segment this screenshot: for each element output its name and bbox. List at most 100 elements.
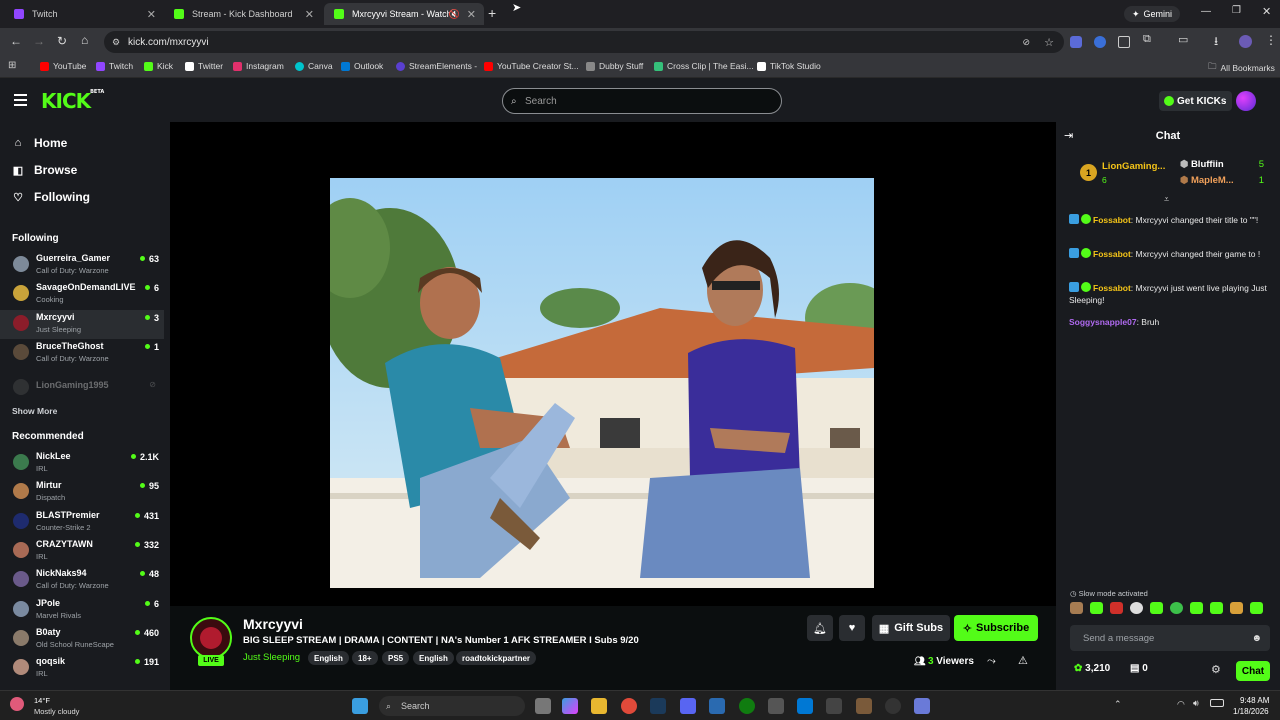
search-input[interactable]: ⌕ Search xyxy=(502,88,782,114)
home-icon[interactable]: ⌂ xyxy=(81,33,88,47)
download-icon[interactable]: ⭳ xyxy=(1214,32,1218,53)
emoji-icon[interactable]: ☻ xyxy=(1251,633,1262,644)
video-frame[interactable] xyxy=(330,178,874,588)
browser-tab-twitch[interactable]: Twitch ✕ xyxy=(4,3,164,25)
puzzle-icon[interactable]: ⧉ xyxy=(1143,33,1151,46)
mute-tab-icon[interactable]: 🔇 xyxy=(449,9,460,20)
bookmark-twitch[interactable]: Twitch xyxy=(96,61,133,71)
emote-icon[interactable] xyxy=(1170,602,1183,614)
app-icon[interactable] xyxy=(826,698,842,714)
chat-settings-gear-icon[interactable]: ⚙ xyxy=(1211,663,1221,676)
emote-icon[interactable] xyxy=(1090,602,1103,614)
app-icon[interactable] xyxy=(709,698,725,714)
emote-icon[interactable] xyxy=(1230,602,1243,614)
notifications-button[interactable]: 🔔︎ xyxy=(807,615,833,641)
bookmark-outlook[interactable]: Outlook xyxy=(341,61,383,71)
streamer-avatar[interactable] xyxy=(190,617,232,659)
taskbar-search[interactable]: ⌕ Search xyxy=(379,696,525,716)
close-tab-icon[interactable]: ✕ xyxy=(147,8,156,21)
sidebar-channel-crazytawn[interactable]: CRAZYTAWN IRL 332 xyxy=(0,537,164,566)
clock-time[interactable]: 9:48 AM xyxy=(1240,696,1269,705)
task-view-icon[interactable] xyxy=(535,698,551,714)
close-tab-icon[interactable]: ✕ xyxy=(305,8,314,21)
sidebar-channel-nicknaks94[interactable]: NickNaks94 Call of Duty: Warzone 48 xyxy=(0,566,164,595)
sidebar-channel-blastpremier[interactable]: BLASTPremier Counter-Strike 2 431 xyxy=(0,508,164,537)
gemini-button[interactable]: ✦ Gemini xyxy=(1124,6,1181,22)
video-player[interactable] xyxy=(170,122,1056,606)
close-window-button[interactable]: ✕ xyxy=(1262,5,1271,18)
obs-icon[interactable] xyxy=(885,698,901,714)
chat-username[interactable]: Soggysnapple07 xyxy=(1069,317,1137,327)
site-settings-icon[interactable]: ⚙ xyxy=(112,37,120,48)
extension-icon[interactable] xyxy=(1118,36,1130,48)
chat-input[interactable]: Send a message ☻ xyxy=(1070,625,1270,651)
windows-start-icon[interactable] xyxy=(352,698,368,714)
offline-channel[interactable]: LionGaming1995 ⊘ xyxy=(0,374,164,403)
file-explorer-icon[interactable] xyxy=(591,698,607,714)
sidebar-channel-mirtur[interactable]: Mirtur Dispatch 95 xyxy=(0,478,164,507)
gift-subs-button[interactable]: ▦ Gift Subs xyxy=(872,615,950,641)
bookmark-canva[interactable]: Canva xyxy=(295,61,333,71)
bookmark-streamelements[interactable]: StreamElements - xyxy=(396,61,477,71)
report-icon[interactable]: ⚠ xyxy=(1018,654,1028,667)
new-tab-button[interactable]: + xyxy=(488,5,496,21)
sidebar-channel-savageondemandlive[interactable]: SavageOnDemandLIVE Cooking 6 xyxy=(0,280,164,309)
address-bar[interactable]: ⚙ kick.com/mxrcyyvi ⊘ ☆ xyxy=(104,31,1064,53)
sidebar-channel-qoqsik[interactable]: qoqsik IRL 191 xyxy=(0,654,164,683)
sidebar-channel-b0aty[interactable]: B0aty Old School RuneScape 460 xyxy=(0,625,164,654)
camera-blocked-icon[interactable]: ⊘ xyxy=(1022,37,1030,48)
share-icon[interactable]: ⤳ xyxy=(987,655,996,668)
emote-icon[interactable] xyxy=(1190,602,1203,614)
browser-tab-kick-dashboard[interactable]: Stream - Kick Dashboard ✕ xyxy=(164,3,322,25)
bookmark-youtube[interactable]: YouTube xyxy=(40,61,86,71)
chrome-icon[interactable] xyxy=(621,698,637,714)
sidepanel-icon[interactable]: ▭ xyxy=(1178,33,1188,46)
show-more-link[interactable]: Show More xyxy=(12,406,57,416)
nav-browse[interactable]: ◧ Browse xyxy=(12,163,78,177)
all-bookmarks[interactable]: 🗀 All Bookmarks xyxy=(1208,61,1275,75)
copilot-icon[interactable] xyxy=(562,698,578,714)
streamer-name[interactable]: Mxrcyyvi xyxy=(243,616,303,632)
follow-button[interactable]: ♥ xyxy=(839,615,865,641)
apps-grid-icon[interactable]: ⊞ xyxy=(8,60,16,71)
send-chat-button[interactable]: Chat xyxy=(1236,661,1270,681)
extension-icon[interactable] xyxy=(1094,36,1106,48)
volume-icon[interactable]: 🔊︎ xyxy=(1193,698,1199,709)
wifi-icon[interactable]: ◠ xyxy=(1177,699,1185,710)
outlook-icon[interactable] xyxy=(797,698,813,714)
subscribe-button[interactable]: ✧ Subscribe xyxy=(954,615,1038,641)
browser-tab-mxrcyyvi[interactable]: Mxrcyyvi Stream - Watch Li 🔇 ✕ xyxy=(324,3,484,25)
emote-icon[interactable] xyxy=(1110,602,1123,614)
bookmark-twitter[interactable]: Twitter xyxy=(185,61,223,71)
kick-logo[interactable]: KICKBETA xyxy=(41,89,104,113)
stream-category[interactable]: Just Sleeping xyxy=(243,652,300,663)
bookmark-crossclip[interactable]: Cross Clip | The Easi... xyxy=(654,61,754,71)
xbox-icon[interactable] xyxy=(739,698,755,714)
tag-18plus[interactable]: 18+ xyxy=(352,651,378,665)
forward-icon[interactable]: → xyxy=(33,34,45,48)
chat-username[interactable]: Fossabot xyxy=(1093,249,1131,259)
bookmark-star-icon[interactable]: ☆ xyxy=(1044,36,1054,49)
emote-icon[interactable] xyxy=(1130,602,1143,614)
chat-username[interactable]: Fossabot xyxy=(1093,215,1131,225)
bookmark-youtube-creator[interactable]: YouTube Creator St... xyxy=(484,61,579,71)
app-icon[interactable] xyxy=(856,698,872,714)
minimize-button[interactable]: — xyxy=(1201,6,1211,17)
tag-english[interactable]: English xyxy=(308,651,349,665)
expand-leaderboard-icon[interactable]: ⩡ xyxy=(1164,194,1169,205)
sidebar-channel-nicklee[interactable]: NickLee IRL 2.1K xyxy=(0,449,164,478)
nav-home[interactable]: ⌂ Home xyxy=(12,136,68,150)
battery-icon[interactable] xyxy=(1210,699,1224,707)
get-kicks-button[interactable]: Get KICKs xyxy=(1159,91,1232,111)
clock-date[interactable]: 1/18/2026 xyxy=(1233,707,1269,716)
points-display[interactable]: ✿ 3,210 xyxy=(1074,663,1110,674)
bookmark-dubby[interactable]: Dubby Stuff xyxy=(586,61,643,71)
tag-roadtokickpartner[interactable]: roadtokickpartner xyxy=(456,651,537,665)
hamburger-menu-icon[interactable] xyxy=(14,94,27,106)
emote-icon[interactable] xyxy=(1070,602,1083,614)
user-avatar[interactable] xyxy=(1236,91,1256,111)
back-icon[interactable]: ← xyxy=(10,34,22,48)
nav-following[interactable]: ♡ Following xyxy=(12,190,90,204)
extension-icon[interactable] xyxy=(1070,36,1082,48)
emote-icon[interactable] xyxy=(1150,602,1163,614)
